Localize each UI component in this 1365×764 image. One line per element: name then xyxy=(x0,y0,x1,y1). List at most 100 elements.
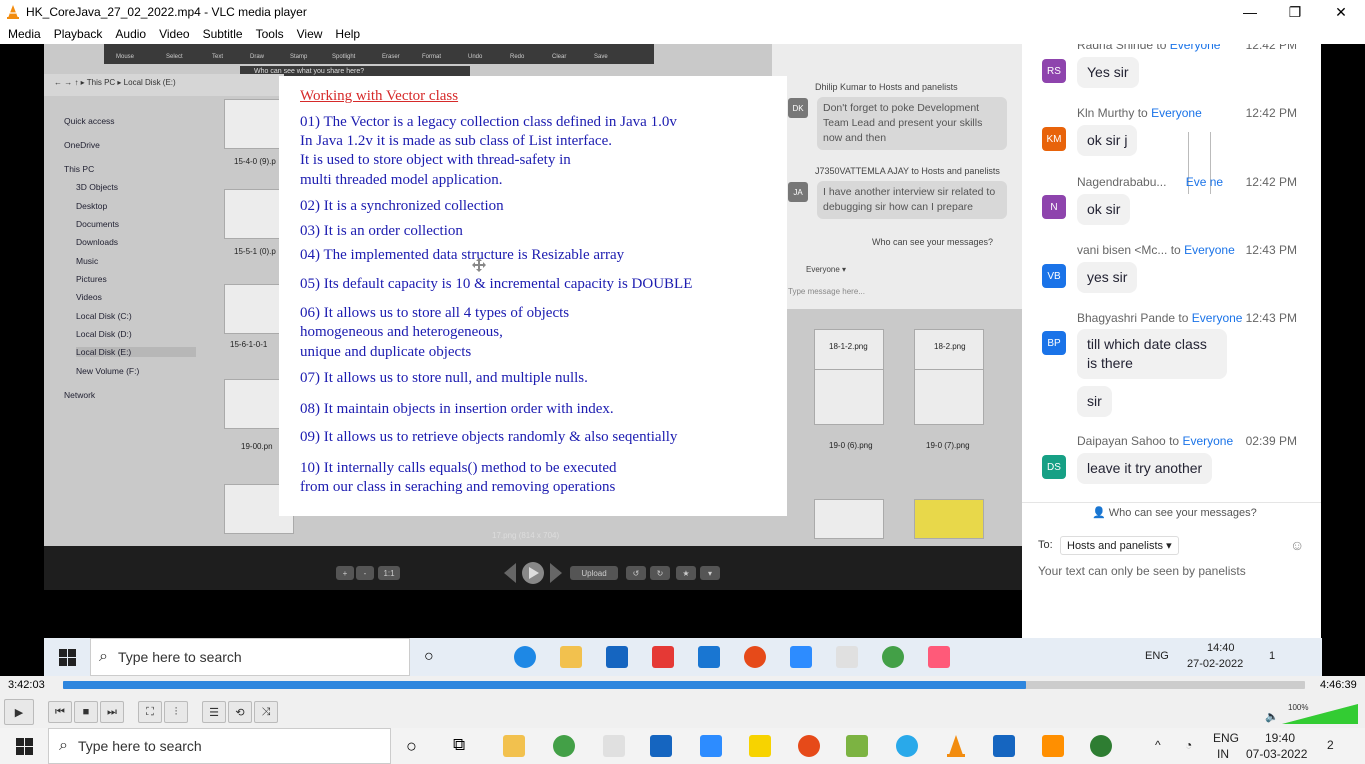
slide-line: In Java 1.2v it is made as sub class of … xyxy=(300,133,612,149)
store-icon[interactable] xyxy=(650,735,672,757)
file-label: 15-6-1-0-1 xyxy=(230,340,268,349)
tray-time: 14:40 xyxy=(1207,642,1235,654)
person-lock-icon: 👤 xyxy=(1092,507,1109,519)
app-icon[interactable] xyxy=(1042,735,1064,757)
store-icon xyxy=(606,646,628,668)
next-icon[interactable]: ⏭ xyxy=(100,701,124,723)
zoom-icon xyxy=(790,646,812,668)
more-button: ▾ xyxy=(700,566,720,580)
fullscreen-icon[interactable]: ⛶ xyxy=(138,701,162,723)
windows-taskbar: ⌕ Type here to search ○ ⧉ ^ ◔ ENG IN 19:4… xyxy=(0,728,1365,764)
viewer-nav-icon xyxy=(504,562,562,584)
sticky-notes-icon[interactable] xyxy=(749,735,771,757)
file-explorer-icon[interactable] xyxy=(503,735,525,757)
nav-3d-objects: 3D Objects xyxy=(76,182,119,192)
telegram-icon[interactable] xyxy=(896,735,918,757)
chat-divider xyxy=(1022,502,1321,503)
slide-line: 02) It is a synchronized collection xyxy=(300,198,504,214)
previous-icon[interactable]: ⏮ xyxy=(48,701,72,723)
snip-icon xyxy=(836,646,858,668)
taskbar-search[interactable]: ⌕ Type here to search xyxy=(48,728,391,764)
file-label: 18-1-2.png xyxy=(829,342,868,351)
window-title: HK_CoreJava_27_02_2022.mp4 - VLC media p… xyxy=(26,5,307,19)
tray-time[interactable]: 19:40 xyxy=(1265,731,1295,745)
close-button[interactable]: ✕ xyxy=(1318,0,1364,24)
folder-icon xyxy=(560,646,582,668)
slide-line: multi threaded model application. xyxy=(300,172,503,188)
nav-documents: Documents xyxy=(76,219,119,229)
menu-video[interactable]: Video xyxy=(159,27,189,41)
loop-icon[interactable]: ⟲ xyxy=(228,701,252,723)
vlc-icon[interactable] xyxy=(944,734,968,758)
play-button[interactable]: ▶ xyxy=(4,699,34,725)
recipient-dropdown[interactable]: Hosts and panelists ▾ xyxy=(1060,536,1179,555)
bg-chat-input: Type message here... xyxy=(788,287,865,296)
nav-videos: Videos xyxy=(76,292,102,302)
avatar: KM xyxy=(1042,127,1066,151)
tool-stamp: Stamp xyxy=(290,54,308,60)
menu-media[interactable]: Media xyxy=(8,27,41,41)
chat-sender-line: vani bisen <Mc... to Everyone xyxy=(1077,243,1235,257)
extended-settings-icon[interactable]: ⫶ xyxy=(164,701,188,723)
input-language[interactable]: ENG xyxy=(1213,731,1239,745)
task-view-icon[interactable]: ⧉ xyxy=(453,735,465,755)
chrome-icon[interactable] xyxy=(553,735,575,757)
cortana-icon[interactable]: ○ xyxy=(406,736,417,757)
chevron-down-icon: ▾ xyxy=(1166,540,1172,552)
nav-pictures: Pictures xyxy=(76,274,107,284)
app-icon[interactable] xyxy=(1090,735,1112,757)
tray-date[interactable]: 07-03-2022 xyxy=(1246,747,1307,761)
start-button[interactable] xyxy=(0,728,48,764)
zoom-icon[interactable] xyxy=(700,735,722,757)
notification-icon[interactable]: 2 xyxy=(1327,738,1334,752)
tool-select: Select xyxy=(166,54,183,60)
nav-network: Network xyxy=(64,390,96,400)
avatar: DK xyxy=(788,98,808,118)
photos-icon[interactable] xyxy=(993,735,1015,757)
notepad-icon[interactable] xyxy=(846,735,868,757)
seek-bar[interactable] xyxy=(63,681,1305,689)
snip-icon[interactable] xyxy=(603,735,625,757)
restore-button[interactable]: ❐ xyxy=(1272,0,1318,24)
video-frame[interactable]: Mouse Select Text Draw Stamp Spotlight E… xyxy=(0,44,1365,676)
avatar: DS xyxy=(1042,455,1066,479)
chat-sender-line: Bhagyashri Pande to Everyone xyxy=(1077,311,1243,325)
minimize-button[interactable]: — xyxy=(1227,0,1273,24)
emoji-icon[interactable]: ☺ xyxy=(1290,537,1304,553)
playlist-icon[interactable]: ☰ xyxy=(202,701,226,723)
slide-line: 08) It maintain objects in insertion ord… xyxy=(300,401,614,417)
tool-draw: Draw xyxy=(250,54,265,60)
stop-icon[interactable]: ■ xyxy=(74,701,98,723)
menu-tools[interactable]: Tools xyxy=(256,27,284,41)
avatar: BP xyxy=(1042,331,1066,355)
playback-controls: ▶ ⏮ ■ ⏭ ⛶ ⫶ ☰ ⟲ ⤨ 🔈 xyxy=(0,696,1365,728)
total-time: 4:46:39 xyxy=(1320,679,1357,691)
speaker-icon[interactable]: 🔈 xyxy=(1265,710,1279,723)
slide-line: 06) It allows us to store all 4 types of… xyxy=(300,305,570,321)
wifi-icon[interactable]: ◔ xyxy=(1185,738,1192,752)
move-cursor-icon xyxy=(472,258,486,272)
who-can-see-link[interactable]: 👤 Who can see your messages? xyxy=(1092,506,1257,519)
chat-message: leave it try another xyxy=(1077,453,1213,484)
menu-audio[interactable]: Audio xyxy=(115,27,146,41)
file-label: 19-0 (6).png xyxy=(829,441,873,450)
bg-chat-sender: Dhilip Kumar to Hosts and panelists xyxy=(815,82,958,92)
actual-size-button: 1:1 xyxy=(378,566,400,580)
record-icon[interactable] xyxy=(798,735,820,757)
menu-playback[interactable]: Playback xyxy=(54,27,103,41)
volume-level: 100% xyxy=(1288,703,1309,712)
menu-help[interactable]: Help xyxy=(335,27,360,41)
file-label: 19-0 (7).png xyxy=(926,441,970,450)
chevron-up-icon[interactable]: ^ xyxy=(1155,738,1161,752)
nav-disk-e: Local Disk (E:) xyxy=(76,347,196,357)
menu-view[interactable]: View xyxy=(297,27,323,41)
chat-message: yes sir xyxy=(1077,262,1138,293)
chat-timestamp: 12:42 PM xyxy=(1245,44,1297,52)
mail-icon xyxy=(698,646,720,668)
shuffle-icon[interactable]: ⤨ xyxy=(254,701,278,723)
zoom-in-button: + xyxy=(336,566,354,580)
chat-input[interactable]: Your text can only be seen by panelists xyxy=(1038,564,1246,578)
menu-subtitle[interactable]: Subtitle xyxy=(203,27,243,41)
rotate-left-button: ↺ xyxy=(626,566,646,580)
slide-line: 10) It internally calls equals() method … xyxy=(300,460,617,476)
